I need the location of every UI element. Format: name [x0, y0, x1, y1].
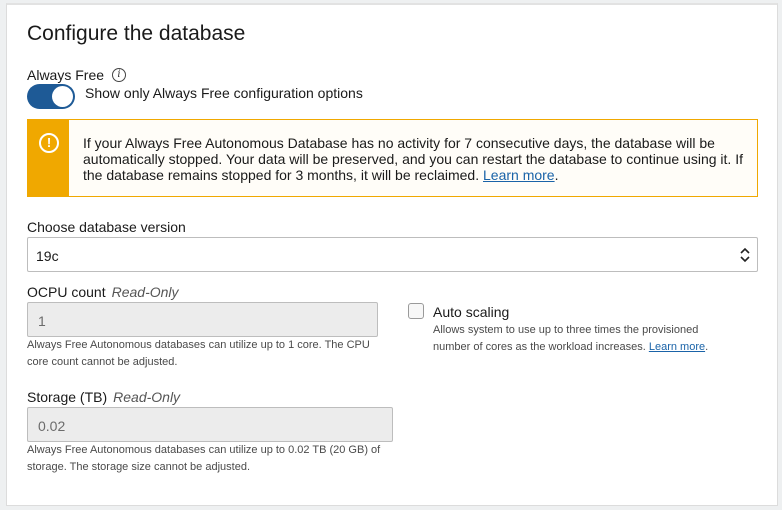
- auto-scaling-label: Auto scaling: [433, 304, 510, 320]
- exclamation-icon: !: [39, 133, 59, 153]
- alert-stripe: !: [28, 120, 69, 196]
- auto-scaling-learn-more-link[interactable]: Learn more: [649, 341, 705, 353]
- ocpu-help-text: Always Free Autonomous databases can uti…: [27, 339, 370, 368]
- auto-scaling-checkbox[interactable]: [408, 303, 424, 319]
- page-title: Configure the database: [27, 22, 246, 45]
- storage-help-text: Always Free Autonomous databases can uti…: [27, 444, 381, 473]
- storage-label-text: Storage (TB): [27, 389, 108, 405]
- info-icon[interactable]: i: [112, 68, 126, 82]
- auto-scaling-help: Allows system to use up to three times t…: [433, 322, 723, 356]
- ocpu-count-label: OCPU count Read-Only: [27, 284, 179, 300]
- auto-scaling-suffix: .: [705, 341, 709, 353]
- storage-field: 0.02: [27, 407, 393, 442]
- alert-suffix: .: [554, 167, 559, 183]
- always-free-toggle[interactable]: [27, 84, 75, 109]
- storage-readonly-tag: Read-Only: [113, 389, 181, 405]
- database-version-label: Choose database version: [27, 219, 186, 235]
- ocpu-count-field: 1: [27, 302, 378, 337]
- alert-learn-more-link[interactable]: Learn more: [483, 167, 555, 183]
- always-free-label: Always Free: [27, 67, 105, 83]
- storage-value: 0.02: [38, 418, 66, 434]
- alert-message: If your Always Free Autonomous Database …: [83, 135, 749, 183]
- ocpu-count-value: 1: [38, 313, 46, 329]
- database-version-select[interactable]: 19c: [27, 237, 758, 272]
- database-version-value: 19c: [36, 248, 59, 264]
- storage-label: Storage (TB) Read-Only: [27, 389, 180, 405]
- ocpu-readonly-tag: Read-Only: [111, 284, 179, 300]
- always-free-toggle-label: Show only Always Free configuration opti…: [85, 85, 363, 101]
- alert-text: If your Always Free Autonomous Database …: [83, 135, 743, 183]
- toggle-knob: [52, 86, 73, 107]
- ocpu-count-label-text: OCPU count: [27, 284, 106, 300]
- warning-alert: ! If your Always Free Autonomous Databas…: [27, 119, 758, 197]
- chevron-up-down-icon: [740, 247, 750, 263]
